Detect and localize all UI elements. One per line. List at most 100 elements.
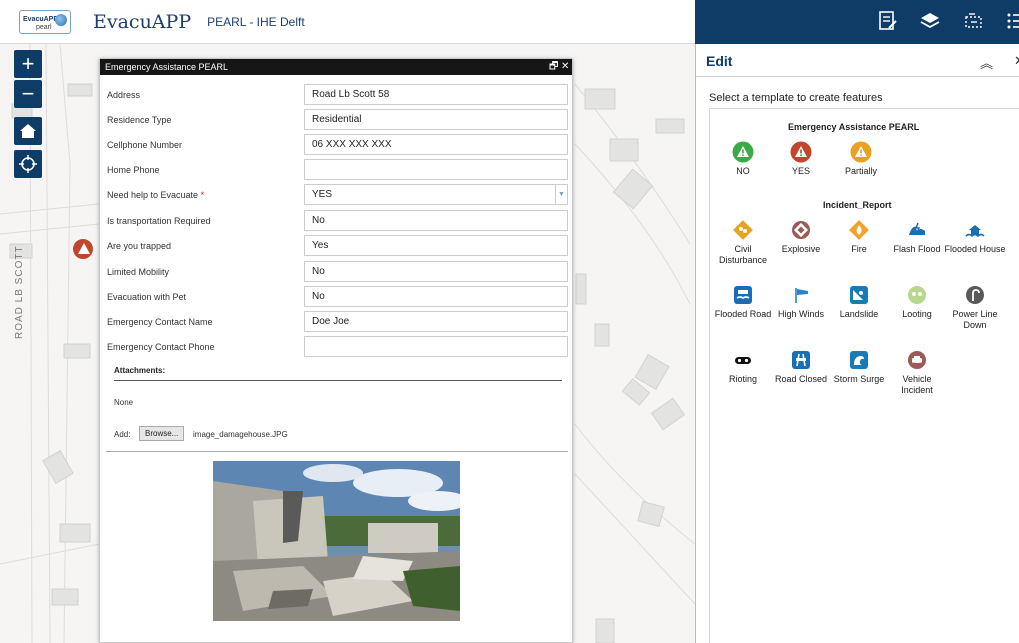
app-subtitle: PEARL - IHE Delft [207,14,305,29]
template-high-winds[interactable]: High Winds [770,284,832,320]
template-power-line-down[interactable]: Power Line Down [944,284,1006,331]
template-label: YES [791,166,810,176]
template-label: Looting [902,309,932,319]
logo-subtext: pearl [36,23,52,31]
field-row: Are you trapped Yes [100,235,574,257]
power-line-down-icon [966,286,984,304]
feature-popup: Emergency Assistance PEARL 🗗 ✕ Address R… [99,58,573,643]
field-row: Residence Type Residential [100,109,574,131]
template-vehicle-incident[interactable]: Vehicle Incident [886,349,948,396]
popup-header: Emergency Assistance PEARL 🗗 ✕ [100,59,572,75]
globe-icon [55,13,67,26]
field-row: Emergency Contact Phone [100,336,574,358]
template-flooded-house[interactable]: Flooded House [944,219,1006,255]
app-title: EvacuAPP [93,10,192,33]
incident-marker[interactable] [72,238,94,260]
transportation-input[interactable]: No [304,210,568,231]
trapped-input[interactable]: Yes [304,235,568,256]
template-landslide[interactable]: Landslide [828,284,890,320]
field-row: Address Road Lb Scott 58 [100,84,574,106]
logo-text: EvacuAPP [23,15,59,23]
app-header: EvacuAPP pearl EvacuAPP PEARL - IHE Delf… [0,0,695,44]
locate-icon [19,155,37,173]
close-icon[interactable]: ✕ [561,59,569,75]
template-label: Explosive [781,244,821,254]
template-storm-surge[interactable]: Storm Surge [828,349,890,385]
residence-type-input[interactable]: Residential [304,109,568,130]
cellphone-input[interactable]: 06 XXX XXX XXX [304,134,568,155]
limited-mobility-input[interactable]: No [304,261,568,282]
high-winds-icon [795,288,808,303]
template-label: Road Closed [774,374,828,384]
field-row: Need help to Evacuate * YES ▼ [100,184,574,206]
selected-file-name: image_damagehouse.JPG [193,430,288,439]
list-icon[interactable] [1005,10,1019,32]
evacuation-pet-input[interactable]: No [304,286,568,307]
browse-button[interactable]: Browse... [139,426,185,441]
explosive-icon [792,221,810,239]
attachment-photo [213,461,460,621]
field-label: Limited Mobility [107,267,170,277]
panel-title: Edit [706,53,733,69]
maximize-icon[interactable]: 🗗 [549,59,558,75]
locate-button[interactable] [14,150,42,178]
template-label: Flooded House [944,244,1006,254]
template-label: Fire [851,244,867,254]
template-no[interactable]: NO [712,141,774,177]
rioting-icon [735,357,751,364]
template-label: Civil Disturbance [718,244,768,265]
home-phone-input[interactable] [304,159,568,180]
looting-icon [908,286,926,304]
template-label: NO [736,166,750,176]
template-yes[interactable]: YES [770,141,832,177]
road-label: ROAD LB SCOTT [14,245,25,339]
address-input[interactable]: Road Lb Scott 58 [304,84,568,105]
zoom-in-button[interactable]: + [14,50,42,78]
field-label: Is transportation Required [107,216,211,226]
contact-phone-input[interactable] [304,336,568,357]
layers-icon[interactable] [919,10,941,32]
template-label: Storm Surge [833,374,885,384]
warning-orange-icon [850,141,872,163]
template-civil-disturbance[interactable]: Civil Disturbance [712,219,774,266]
divider [106,451,568,452]
template-label: High Winds [777,309,824,319]
template-explosive[interactable]: Explosive [770,219,832,255]
contact-name-input[interactable]: Doe Joe [304,311,568,332]
template-flooded-road[interactable]: Flooded Road [712,284,774,320]
app-logo: EvacuAPP pearl [19,9,71,34]
select-icon[interactable] [963,10,985,32]
edit-icon[interactable] [877,10,899,32]
field-label: Cellphone Number [107,140,183,150]
field-label: Emergency Contact Name [107,317,213,327]
zoom-out-button[interactable]: − [14,80,42,108]
divider [696,76,1019,77]
field-label: Home Phone [107,165,160,175]
field-label: Need help to Evacuate * [107,190,205,200]
template-fire[interactable]: Fire [828,219,890,255]
field-row: Emergency Contact Name Doe Joe [100,311,574,333]
chevron-down-icon[interactable]: ▼ [555,185,567,204]
template-label: Power Line Down [952,309,998,330]
group-title: Incident_Report [823,200,892,210]
edit-panel: Edit ︽ ✕ Select a template to create fea… [695,44,1019,643]
template-road-closed[interactable]: Road Closed [770,349,832,385]
close-icon[interactable]: ✕ [1014,53,1019,69]
divider [114,380,562,381]
field-row: Evacuation with Pet No [100,286,574,308]
road-closed-icon [792,351,810,369]
group-title: Emergency Assistance PEARL [788,122,920,132]
home-icon [20,124,36,138]
template-partially[interactable]: Partially [830,141,892,177]
collapse-icon[interactable]: ︽ [980,53,993,72]
need-help-select[interactable]: YES ▼ [304,184,568,205]
field-row: Home Phone [100,159,574,181]
template-looting[interactable]: Looting [886,284,948,320]
template-rioting[interactable]: Rioting [712,349,774,385]
field-label: Are you trapped [107,241,172,251]
template-label: Partially [844,166,877,176]
template-flash-flood[interactable]: Flash Flood [886,219,948,255]
field-row: Limited Mobility No [100,261,574,283]
field-row: Cellphone Number 06 XXX XXX XXX [100,134,574,156]
home-button[interactable] [14,117,42,145]
